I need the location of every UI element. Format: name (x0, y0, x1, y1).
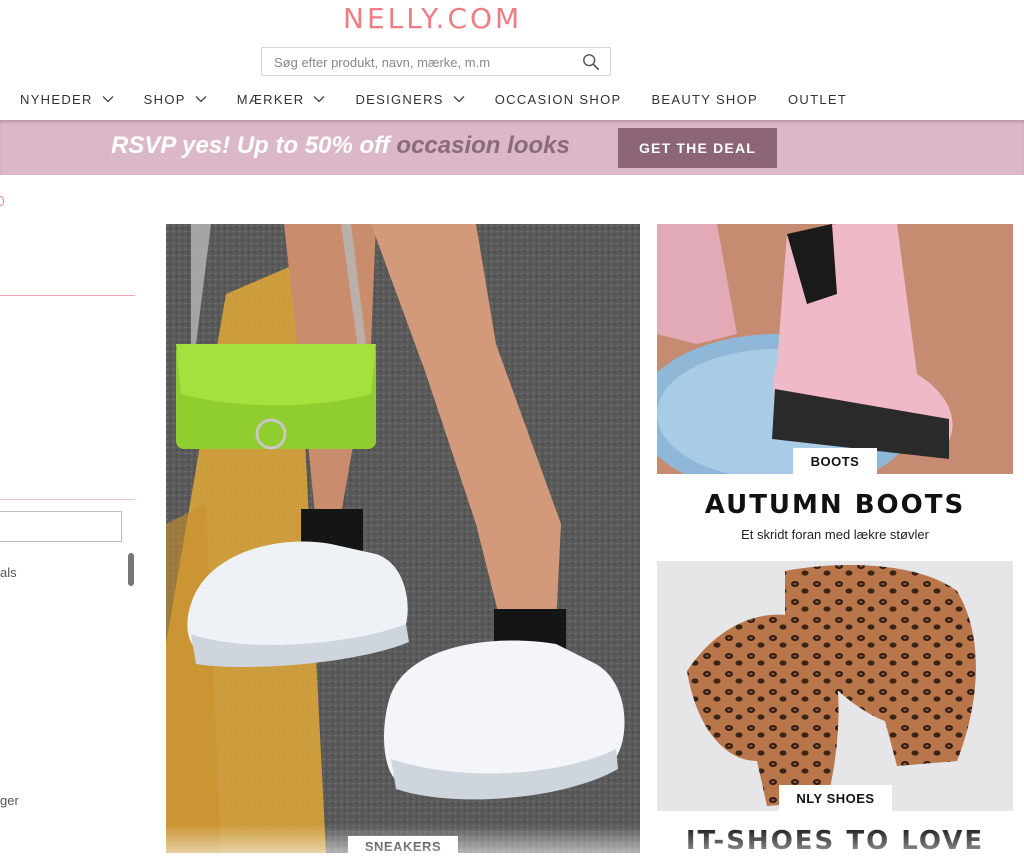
nav-item-beauty-shop[interactable]: BEAUTY SHOP (651, 92, 758, 107)
nav-item-nyheder[interactable]: NYHEDER (20, 92, 114, 107)
promo-banner[interactable]: RSVP yes! Up to 50% off occasion looks (0, 120, 1024, 175)
sneakers-photo (166, 224, 640, 853)
sidebar-filter-label[interactable]: ger (0, 793, 19, 808)
nav-label: OUTLET (788, 91, 848, 107)
nav-label: NYHEDER (20, 91, 93, 107)
boots-badge[interactable]: BOOTS (793, 448, 877, 475)
nav-label: BEAUTY SHOP (651, 91, 758, 107)
chevron-down-icon (314, 96, 325, 103)
site-header: NELLY.COM NYHEDER SHOP MÆRKER DESIGNERS … (0, 0, 1024, 120)
chevron-down-icon (453, 96, 465, 103)
nav-item-outlet[interactable]: OUTLET (788, 92, 847, 107)
sidebar-fragment-icon (0, 196, 4, 206)
nav-item-shop[interactable]: SHOP (144, 92, 207, 107)
autumn-boots-headline[interactable]: AUTUMN BOOTS (657, 490, 1013, 520)
autumn-boots-subline: Et skridt foran med lækre støvler (741, 527, 929, 542)
get-the-deal-button[interactable]: GET THE DEAL (618, 128, 777, 168)
nly-shoes-badge[interactable]: NLY SHOES (779, 785, 892, 812)
it-shoes-headline[interactable]: IT-SHOES TO LOVE (657, 826, 1013, 856)
chevron-down-icon (102, 96, 114, 103)
sidebar-divider (0, 499, 135, 500)
sidebar-divider (0, 295, 135, 296)
site-logo[interactable]: NELLY.COM (343, 2, 522, 35)
search-bar[interactable] (261, 47, 611, 76)
nav-label: DESIGNERS (355, 91, 444, 107)
nav-label: OCCASION SHOP (494, 91, 622, 107)
promo-text-main: RSVP yes! Up to 50% off (111, 132, 397, 159)
leopard-shoes-tile-image[interactable] (657, 561, 1013, 811)
nav-label: MÆRKER (236, 91, 305, 107)
sneakers-tile-image[interactable] (166, 224, 640, 853)
boots-tile-image[interactable] (657, 224, 1013, 474)
sidebar-filter-input[interactable] (0, 511, 122, 542)
nav-item-occasion-shop[interactable]: OCCASION SHOP (495, 92, 622, 107)
nav-item-designers[interactable]: DESIGNERS (355, 91, 465, 107)
promo-text: RSVP yes! Up to 50% off occasion looks (111, 132, 570, 160)
nav-label: SHOP (143, 91, 186, 107)
leopard-shoes-photo (657, 561, 1013, 811)
nav-item-maerker[interactable]: MÆRKER (237, 92, 326, 107)
sidebar-filter-label[interactable]: als (0, 565, 17, 580)
sneakers-badge[interactable]: SNEAKERS (348, 836, 458, 856)
main-nav: NYHEDER SHOP MÆRKER DESIGNERS OCCASION S… (20, 90, 877, 108)
chevron-down-icon (195, 96, 207, 103)
promo-text-accent: occasion looks (396, 132, 570, 159)
search-input[interactable] (274, 53, 574, 71)
search-icon[interactable] (582, 53, 600, 71)
boots-photo (657, 224, 1013, 474)
sidebar-scrollbar[interactable] (128, 553, 134, 586)
